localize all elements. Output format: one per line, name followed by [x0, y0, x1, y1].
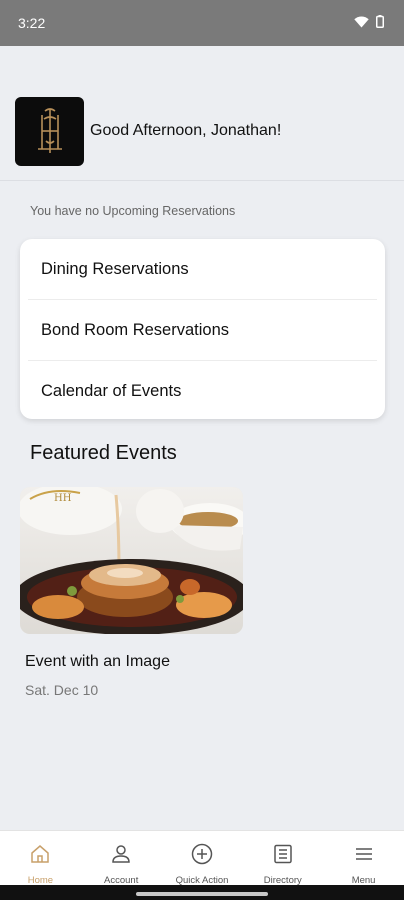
bond-room-reservations-link[interactable]: Bond Room Reservations [20, 300, 385, 360]
nav-account[interactable]: Account [81, 831, 161, 886]
greeting-row: Good Afternoon, Jonathan! [0, 96, 404, 166]
greeting-text: Good Afternoon, Jonathan! [90, 122, 282, 139]
quick-links-card: Dining Reservations Bond Room Reservatio… [20, 239, 385, 419]
hamburger-icon [353, 843, 375, 870]
list-icon [272, 843, 294, 870]
nav-directory[interactable]: Directory [243, 831, 323, 886]
gesture-handle[interactable] [136, 892, 268, 896]
calendar-of-events-link[interactable]: Calendar of Events [20, 361, 385, 419]
status-bar: 3:22 [0, 0, 404, 46]
status-time: 3:22 [18, 15, 46, 31]
dining-reservations-link[interactable]: Dining Reservations [20, 239, 385, 299]
featured-events-heading: Featured Events [30, 442, 177, 464]
event-title: Event with an Image [25, 653, 170, 670]
bottom-navigation: Home Account Quick Action Directory Menu [0, 830, 404, 886]
plus-circle-icon [191, 843, 213, 870]
event-card[interactable]: HH Event with an Image Sat. Dec 10 [20, 487, 243, 698]
person-icon [110, 843, 132, 870]
event-image: HH [20, 487, 243, 634]
header-divider [0, 180, 404, 181]
wifi-icon [354, 15, 369, 31]
nav-quick-action[interactable]: Quick Action [162, 831, 242, 886]
nav-menu[interactable]: Menu [324, 831, 404, 886]
battery-icon [376, 15, 384, 31]
svg-text:HH: HH [54, 493, 72, 504]
no-reservations-text: You have no Upcoming Reservations [30, 204, 236, 218]
club-logo-icon [15, 96, 84, 166]
home-icon [29, 843, 51, 870]
nav-home[interactable]: Home [0, 831, 80, 886]
event-date: Sat. Dec 10 [25, 682, 99, 698]
